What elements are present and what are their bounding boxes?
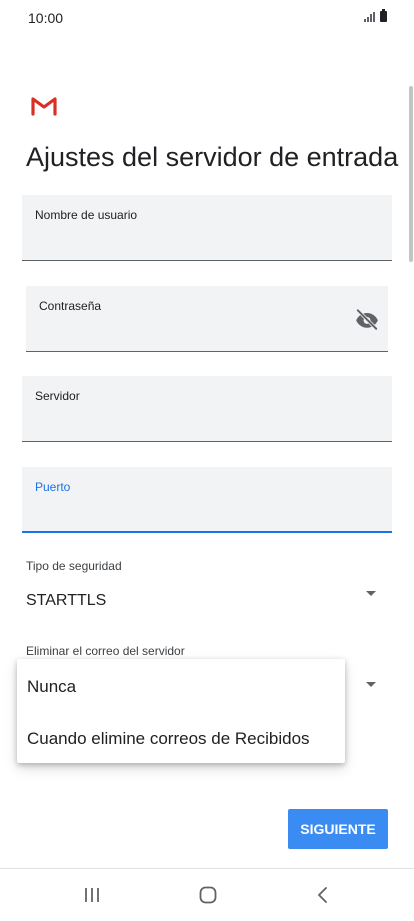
home-icon[interactable] (193, 883, 223, 907)
password-field[interactable]: Contraseña (26, 286, 388, 352)
gmail-logo (31, 97, 57, 116)
server-field[interactable]: Servidor (22, 376, 392, 442)
next-button[interactable]: SIGUIENTE (288, 809, 388, 849)
page-title: Ajustes del servidor de entrada (26, 142, 399, 172)
delete-from-server-label: Eliminar el correo del servidor (26, 644, 185, 658)
scrollbar[interactable] (409, 86, 413, 262)
back-icon[interactable] (308, 883, 338, 907)
username-label: Nombre de usuario (35, 208, 138, 222)
password-label: Contraseña (39, 299, 102, 313)
status-bar: 10:00 (0, 0, 414, 36)
status-icons (364, 9, 387, 22)
battery-icon (380, 9, 387, 22)
eye-off-icon[interactable] (354, 306, 380, 332)
security-type-label: Tipo de seguridad (26, 559, 122, 573)
username-field[interactable]: Nombre de usuario (22, 195, 392, 261)
menu-item-when-deleted-inbox[interactable]: Cuando elimine correos de Recibidos (27, 729, 310, 749)
menu-item-never[interactable]: Nunca (27, 677, 76, 697)
signal-icon (364, 12, 375, 22)
chevron-down-icon[interactable] (366, 591, 376, 596)
recents-icon[interactable] (77, 883, 107, 907)
security-type-select[interactable]: STARTTLS (26, 592, 106, 610)
port-label: Puerto (35, 480, 71, 494)
navigation-bar (0, 868, 414, 921)
server-label: Servidor (35, 389, 80, 403)
status-time: 10:00 (28, 10, 64, 26)
chevron-down-icon[interactable] (366, 682, 376, 687)
port-field[interactable]: Puerto (22, 467, 392, 533)
delete-from-server-menu: Nunca Cuando elimine correos de Recibido… (17, 659, 345, 763)
